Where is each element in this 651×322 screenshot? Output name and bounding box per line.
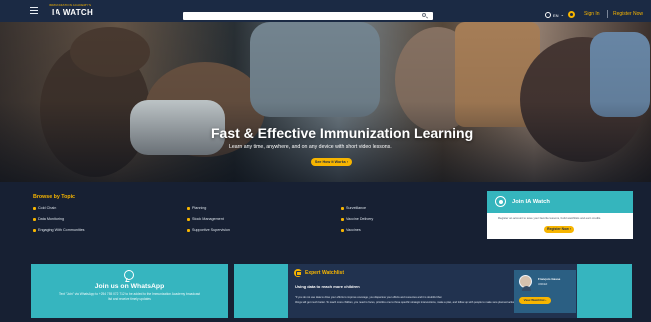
topic-link-cold-chain[interactable]: Cold Chain (33, 206, 56, 211)
topic-label: Stock Management (192, 217, 224, 221)
whatsapp-text-line-1: Text "Join" via WhatsApp to +254 755 072… (59, 292, 200, 296)
topic-label: Planning (192, 206, 207, 210)
join-card-header: Join IA Watch (487, 191, 633, 213)
view-watchlist-label: View Watchlist (523, 298, 545, 302)
globe-icon (545, 12, 551, 18)
nav-divider (607, 10, 608, 18)
topic-link-data-monitoring[interactable]: Data Monitoring (33, 217, 64, 222)
topic-link-vaccines[interactable]: Vaccines (341, 228, 361, 233)
topic-link-surveillance[interactable]: Surveillance (341, 206, 366, 211)
join-card-title: Join IA Watch (512, 199, 550, 205)
whatsapp-icon (124, 270, 134, 280)
browse-by-topic-heading: Browse by Topic (33, 194, 75, 200)
logo-title: IA WATCH (49, 8, 93, 17)
topic-icon (341, 217, 344, 221)
search-icon[interactable] (422, 13, 426, 17)
hero-subtitle: Learn any time, anywhere, and on any dev… (229, 144, 392, 150)
topic-icon (187, 217, 190, 221)
join-register-label: Register Now (547, 227, 569, 231)
topic-icon (33, 217, 36, 221)
user-icon[interactable] (568, 11, 575, 18)
join-card-text: Register an account to save your favorit… (498, 216, 602, 220)
topic-label: Data Monitoring (38, 217, 65, 221)
topic-label: Supportive Supervision (192, 228, 230, 232)
see-how-it-works-button[interactable]: See How it Works › (311, 158, 352, 166)
whatsapp-title: Join us on WhatsApp (94, 283, 165, 290)
topic-label: Vaccine Delivery (346, 217, 374, 221)
topic-icon (341, 206, 344, 210)
topic-label: Vaccines (346, 228, 361, 232)
search-input[interactable] (183, 12, 433, 20)
expert-name: François Gasse (538, 277, 561, 281)
top-navigation: IMMUNIZATION ACADEMY'S IA WATCH EN ⌄ Sig… (0, 0, 651, 22)
expert-watchlist-subtitle: Using data to reach more children (295, 284, 360, 289)
sign-in-link[interactable]: Sign In (584, 11, 600, 17)
expert-profile: François Gasse UNICEF View Watchlist › (514, 270, 576, 313)
topic-icon (187, 228, 190, 232)
whatsapp-text-line-2: list and receive timely updates (108, 297, 151, 301)
topic-label: Engaging With Communities (38, 228, 85, 232)
language-selector[interactable]: EN ⌄ (545, 11, 564, 19)
topic-icon (33, 206, 36, 210)
expert-watchlist-panel: Expert Watchlist Using data to reach mor… (288, 264, 577, 318)
language-label: EN (553, 12, 559, 18)
see-how-label: See How it Works (314, 160, 346, 164)
expert-watchlist-card: Expert Watchlist Using data to reach mor… (234, 264, 632, 318)
topic-icon (341, 228, 344, 232)
topic-link-engaging-communities[interactable]: Engaging With Communities (33, 228, 85, 233)
register-now-link[interactable]: Register Now (613, 11, 643, 17)
hero-title: Fast & Effective Immunization Learning (211, 125, 474, 141)
expert-quote-line-1: "If you do not use data to drive your ef… (295, 296, 442, 299)
watchlist-icon (294, 269, 302, 277)
topic-link-stock-management[interactable]: Stock Management (187, 217, 224, 222)
topic-link-supportive-supervision[interactable]: Supportive Supervision (187, 228, 230, 233)
ia-watch-logo[interactable]: IMMUNIZATION ACADEMY'S IA WATCH (49, 4, 93, 19)
menu-icon[interactable] (30, 7, 38, 14)
expert-organization: UNICEF (538, 283, 548, 286)
logo-subtitle: IMMUNIZATION ACADEMY'S (49, 3, 92, 7)
topic-link-vaccine-delivery[interactable]: Vaccine Delivery (341, 217, 373, 222)
chevron-down-icon: ⌄ (560, 12, 564, 17)
view-watchlist-button[interactable]: View Watchlist › (519, 297, 551, 304)
expert-watchlist-label: Expert Watchlist (305, 270, 344, 276)
expert-avatar (519, 275, 532, 291)
topic-label: Surveillance (346, 206, 367, 210)
topic-label: Cold Chain (38, 206, 57, 210)
join-ia-watch-card: Join IA Watch Register an account to sav… (487, 191, 633, 239)
join-register-button[interactable]: Register Now › (544, 226, 574, 233)
logo-text: IA WATCH (52, 8, 94, 17)
whatsapp-card[interactable]: Join us on WhatsApp Text "Join" via What… (31, 264, 228, 318)
register-badge-icon (495, 196, 506, 207)
topic-icon (33, 228, 36, 232)
topic-icon (187, 206, 190, 210)
topic-link-planning[interactable]: Planning (187, 206, 206, 211)
page: IMMUNIZATION ACADEMY'S IA WATCH EN ⌄ Sig… (0, 0, 651, 322)
